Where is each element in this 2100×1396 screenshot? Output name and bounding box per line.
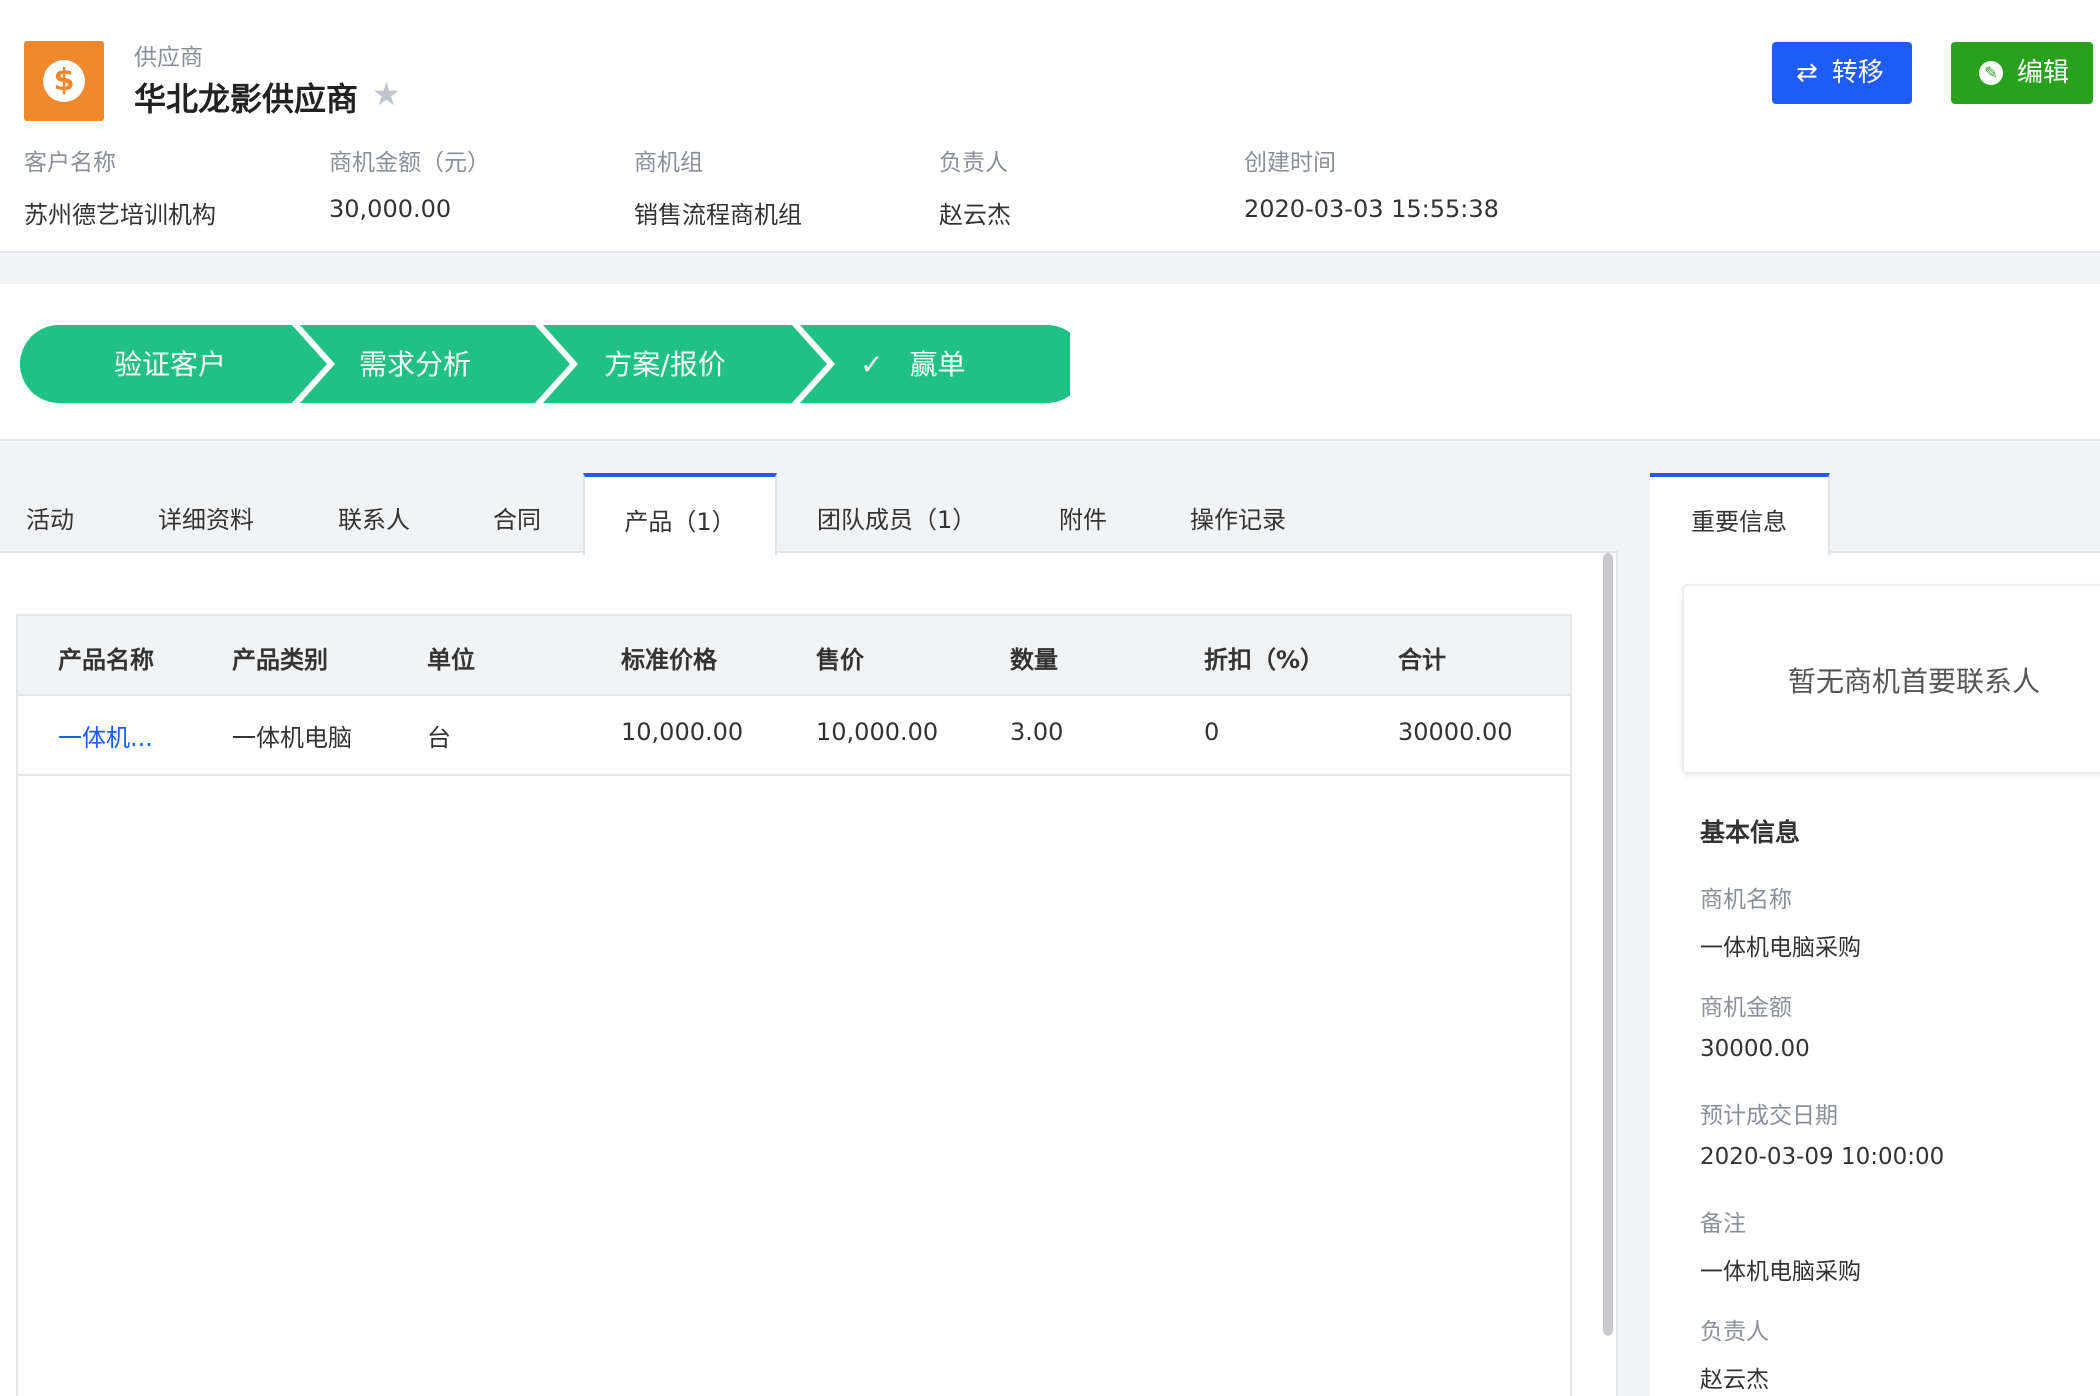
field-label: 商机金额 — [1700, 995, 1792, 1021]
detail-tabs-panel: 活动 详细资料 联系人 合同 产品（1） 团队成员（1） 附件 操作记录 产品名… — [0, 473, 1618, 1396]
field-owner: 负责人 赵云杰 — [1700, 1312, 1769, 1394]
column-header[interactable]: 合计 — [1398, 640, 1446, 675]
field-label: 预计成交日期 — [1700, 1103, 1838, 1129]
table-cell: 3.00 — [1010, 718, 1064, 746]
table-cell: 一体机电脑 — [232, 724, 352, 752]
tab-contracts[interactable]: 合同 — [493, 473, 541, 553]
swap-arrows-icon: ⇄ — [1796, 58, 1818, 88]
supplier-logo: $ — [24, 41, 104, 121]
scrollbar-thumb[interactable] — [1603, 553, 1613, 1336]
tab-activity[interactable]: 活动 — [26, 473, 74, 553]
tab-bar: 活动 详细资料 联系人 合同 产品（1） 团队成员（1） 附件 操作记录 — [0, 473, 1618, 555]
table-cell: 0 — [1204, 718, 1220, 746]
field-value: 一体机电脑采购 — [1700, 1259, 1861, 1285]
meta-label: 负责人 — [939, 150, 1008, 176]
meta-value: 赵云杰 — [939, 201, 1011, 229]
tab-attachments[interactable]: 附件 — [1059, 473, 1107, 553]
stage-label-proposal[interactable]: 方案/报价 — [550, 345, 780, 385]
column-header[interactable]: 数量 — [1010, 640, 1058, 675]
check-icon: ✓ — [860, 348, 884, 381]
field-label: 负责人 — [1700, 1319, 1769, 1345]
meta-amount: 商机金额（元） 30,000.00 — [329, 143, 490, 223]
table-cell: 台 — [427, 724, 451, 752]
meta-label: 商机组 — [634, 150, 703, 176]
transfer-button-label: 转移 — [1831, 58, 1884, 88]
record-header: $ 供应商 华北龙影供应商 ★ ⇄ 转移 ✎ 编辑 客户名称 苏州德艺培训机构 … — [0, 0, 2100, 253]
tab-team-members[interactable]: 团队成员（1） — [817, 473, 976, 553]
meta-customer-name: 客户名称 苏州德艺培训机构 — [24, 143, 216, 230]
table-cell: 10,000.00 — [816, 718, 939, 746]
stage-won-text: 赢单 — [909, 348, 966, 381]
tab-contacts[interactable]: 联系人 — [338, 473, 410, 553]
edit-pencil-icon: ✎ — [1979, 61, 2003, 85]
divider-band — [0, 253, 2100, 284]
meta-value: 苏州德艺培训机构 — [24, 201, 216, 229]
product-table: 产品名称 产品类别 单位 标准价格 售价 数量 折扣（%） 合计 一体机... … — [16, 614, 1572, 1396]
tab-operation-log[interactable]: 操作记录 — [1190, 473, 1286, 553]
column-header[interactable]: 标准价格 — [621, 640, 717, 675]
tab-details[interactable]: 详细资料 — [158, 473, 254, 553]
stage-label-needs[interactable]: 需求分析 — [305, 345, 525, 385]
key-info-panel: 重要信息 暂无商机首要联系人 基本信息 商机名称 一体机电脑采购 商机金额 30… — [1618, 473, 2100, 1396]
primary-contact-card: 暂无商机首要联系人 — [1682, 584, 2100, 774]
meta-opportunity-group: 商机组 销售流程商机组 — [634, 143, 802, 230]
product-name-link[interactable]: 一体机... — [58, 718, 153, 753]
field-remarks: 备注 一体机电脑采购 — [1700, 1204, 1861, 1286]
field-label: 备注 — [1700, 1211, 1746, 1237]
field-opportunity-amount: 商机金额 30000.00 — [1700, 988, 1810, 1062]
meta-value: 2020-03-03 15:55:38 — [1244, 195, 1499, 223]
table-cell: 10,000.00 — [621, 718, 744, 746]
table-header: 产品名称 产品类别 单位 标准价格 售价 数量 折扣（%） 合计 — [18, 616, 1570, 696]
column-header[interactable]: 售价 — [816, 640, 864, 675]
meta-owner: 负责人 赵云杰 — [939, 143, 1011, 230]
field-value: 一体机电脑采购 — [1700, 935, 1861, 961]
field-value: 2020-03-09 10:00:00 — [1700, 1144, 1945, 1170]
field-label: 商机名称 — [1700, 887, 1792, 913]
star-icon[interactable]: ★ — [372, 78, 401, 110]
meta-label: 创建时间 — [1244, 150, 1336, 176]
tab-products[interactable]: 产品（1） — [583, 473, 777, 555]
field-expected-close-date: 预计成交日期 2020-03-09 10:00:00 — [1700, 1096, 1944, 1170]
contact-empty-text: 暂无商机首要联系人 — [1788, 665, 2041, 698]
column-header[interactable]: 单位 — [427, 640, 475, 675]
stage-label-verify[interactable]: 验证客户 — [60, 345, 280, 385]
panel-gap — [1618, 473, 1650, 1396]
meta-label: 客户名称 — [24, 150, 116, 176]
meta-value: 销售流程商机组 — [634, 201, 802, 229]
edit-button-label: 编辑 — [2017, 58, 2070, 88]
column-header[interactable]: 折扣（%） — [1204, 640, 1324, 675]
column-header[interactable]: 产品名称 — [58, 640, 154, 675]
field-opportunity-name: 商机名称 一体机电脑采购 — [1700, 880, 1861, 962]
stage-label-won[interactable]: ✓ 赢单 — [860, 345, 980, 385]
column-header[interactable]: 产品类别 — [232, 640, 328, 675]
field-value: 赵云杰 — [1700, 1367, 1769, 1393]
table-row: 一体机... 一体机电脑 台 10,000.00 10,000.00 3.00 … — [18, 696, 1570, 776]
meta-value: 30,000.00 — [329, 195, 452, 223]
table-cell: 30000.00 — [1398, 718, 1513, 746]
dollar-coin-icon: $ — [43, 60, 85, 102]
transfer-button[interactable]: ⇄ 转移 — [1772, 42, 1912, 104]
basic-info-title: 基本信息 — [1700, 818, 1801, 847]
stage-panel: 验证客户 需求分析 方案/报价 ✓ 赢单 — [0, 284, 2100, 441]
field-value: 30000.00 — [1700, 1036, 1810, 1062]
edit-button[interactable]: ✎ 编辑 — [1951, 42, 2093, 104]
meta-label: 商机金额（元） — [329, 150, 490, 176]
tab-key-info[interactable]: 重要信息 — [1650, 473, 1830, 555]
divider-band — [0, 441, 2100, 473]
meta-created-time: 创建时间 2020-03-03 15:55:38 — [1244, 143, 1499, 223]
record-type-label: 供应商 — [134, 45, 203, 71]
page-title: 华北龙影供应商 — [134, 80, 359, 118]
